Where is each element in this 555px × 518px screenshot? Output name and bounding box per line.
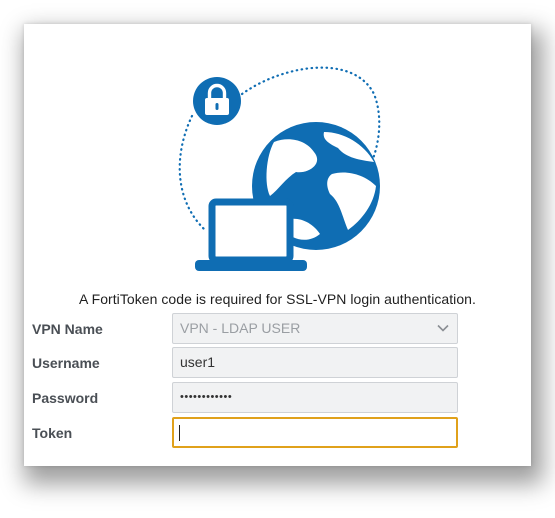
text-cursor (179, 425, 180, 441)
vpn-name-label: VPN Name (32, 321, 103, 337)
password-field[interactable]: •••••••••••• (172, 382, 458, 413)
password-label: Password (32, 390, 99, 406)
token-row: Token (32, 417, 462, 449)
fortitoken-notice: A FortiToken code is required for SSL-VP… (79, 291, 476, 307)
token-label: Token (32, 425, 73, 441)
login-card: A FortiToken code is required for SSL-VP… (24, 24, 531, 466)
lock-icon (193, 77, 241, 125)
vpn-name-selected-value: VPN - LDAP USER (180, 320, 301, 336)
vpn-name-select[interactable]: VPN - LDAP USER (172, 313, 458, 344)
password-row: Password •••••••••••• (32, 382, 462, 414)
vpn-illustration (178, 66, 381, 271)
username-row: Username user1 (32, 347, 462, 379)
username-field[interactable]: user1 (172, 347, 458, 378)
laptop-icon (195, 198, 307, 271)
token-field[interactable] (172, 417, 458, 448)
username-label: Username (32, 355, 100, 371)
chevron-down-icon (437, 324, 449, 332)
vpn-name-row: VPN Name VPN - LDAP USER (32, 313, 462, 345)
